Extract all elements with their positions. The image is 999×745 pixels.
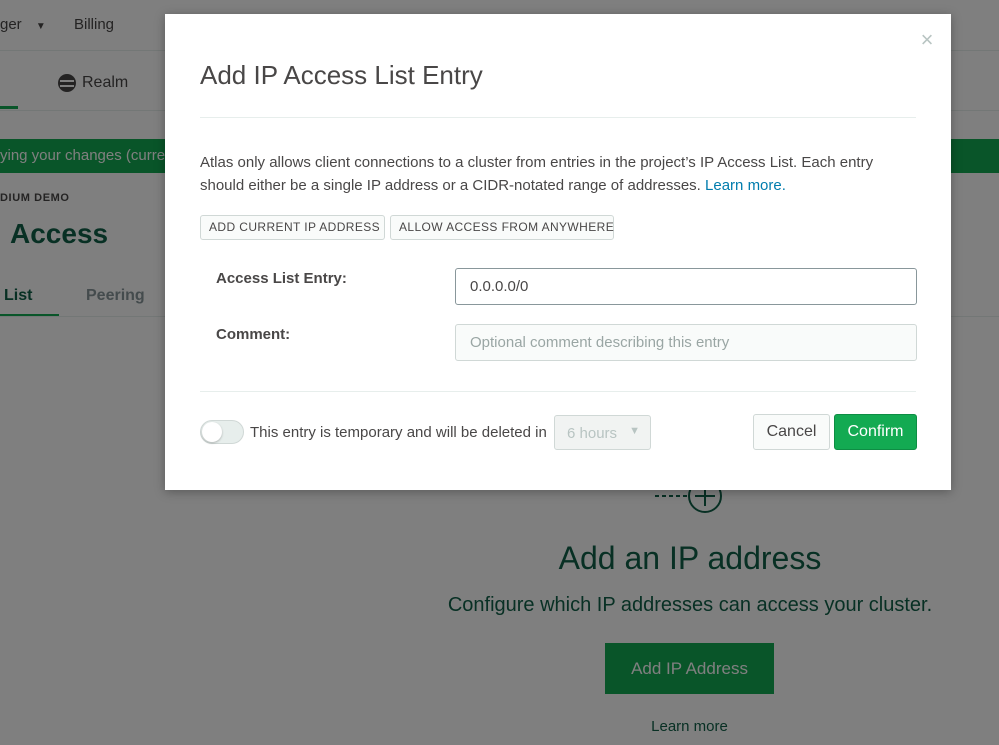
modal-title: Add IP Access List Entry [200,60,483,90]
add-ip-access-list-modal: × Add IP Access List Entry Atlas only al… [165,14,951,490]
comment-label: Comment: [216,326,291,343]
temporary-duration-select[interactable]: 6 hours ▼ [554,415,651,450]
close-icon[interactable]: × [917,29,937,51]
chevron-down-icon: ▼ [629,425,640,437]
access-list-entry-label: Access List Entry: [216,270,347,287]
temporary-entry-label: This entry is temporary and will be dele… [250,424,547,441]
learn-more-link[interactable]: Learn more. [705,177,786,194]
divider [200,391,916,392]
allow-access-anywhere-button[interactable]: ALLOW ACCESS FROM ANYWHERE [390,215,614,240]
confirm-button[interactable]: Confirm [834,414,917,450]
divider [200,117,916,118]
comment-input[interactable] [455,324,917,361]
modal-description: Atlas only allows client connections to … [200,151,920,197]
cancel-button[interactable]: Cancel [753,414,830,450]
add-current-ip-button[interactable]: ADD CURRENT IP ADDRESS [200,215,385,240]
temporary-entry-toggle[interactable] [200,420,244,444]
temporary-duration-value: 6 hours [567,425,618,442]
toggle-knob [202,422,222,442]
access-list-entry-input[interactable] [455,268,917,305]
